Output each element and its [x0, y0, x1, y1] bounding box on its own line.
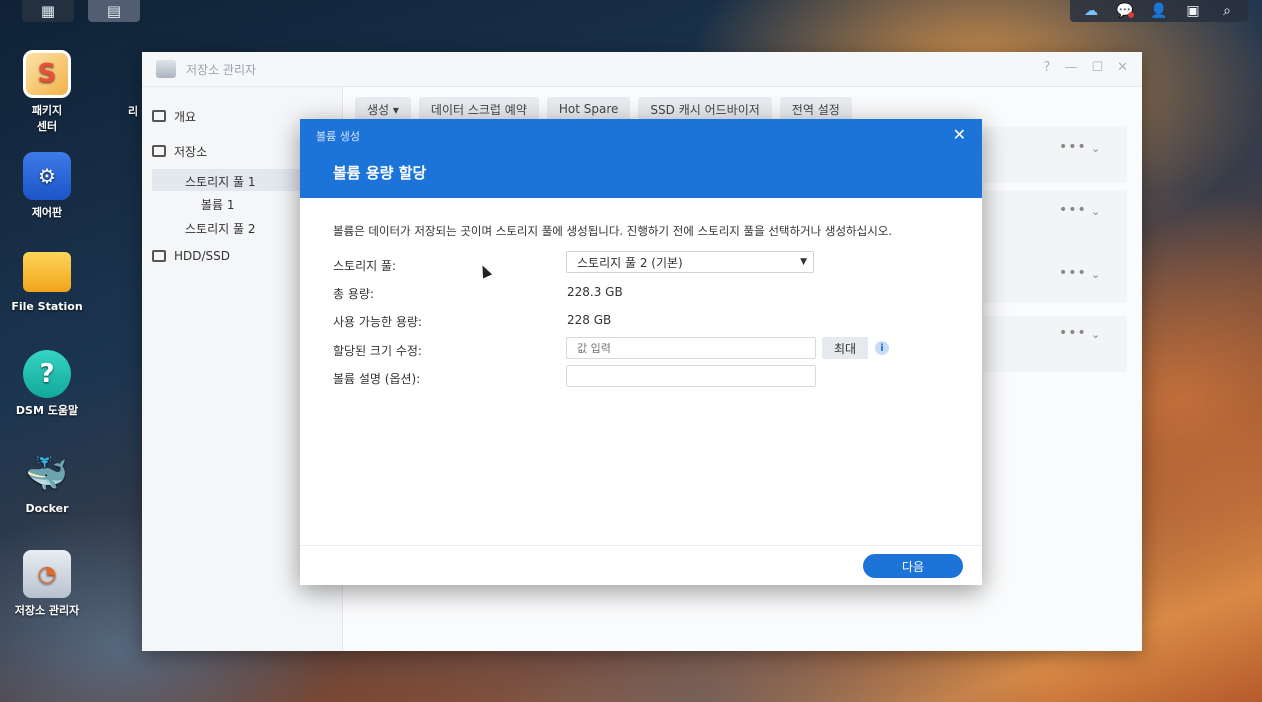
more-options-icon[interactable]: •••: [1059, 265, 1087, 281]
main-menu-button[interactable]: ▦: [22, 0, 74, 22]
desktop-icon-docker[interactable]: 🐳 Docker: [0, 450, 94, 515]
dropdown-arrow-icon: ▼: [800, 257, 807, 267]
volume-description-input[interactable]: [566, 365, 816, 387]
taskbar-right: ☁ 💬 👤 ▣ ⌕: [1070, 0, 1248, 22]
close-button[interactable]: ✕: [1117, 60, 1128, 75]
desktop-icon-label: 제어판: [31, 206, 63, 219]
sidebar-item-storage-pool-1[interactable]: 스토리지 풀 1: [185, 173, 255, 190]
desktop-icon-control-panel[interactable]: ⚙ 제어판: [0, 152, 94, 220]
toolbar: 생성 ▾ 데이터 스크럽 예약 Hot Spare SSD 캐시 어드바이저 전…: [355, 97, 852, 121]
more-options-icon[interactable]: •••: [1059, 202, 1087, 218]
desktop-icon-file-station[interactable]: File Station: [0, 248, 94, 313]
desktop-icon-label: Docker: [25, 502, 69, 515]
hot-spare-button[interactable]: Hot Spare: [546, 97, 631, 121]
chevron-down-icon[interactable]: ⌄: [1091, 142, 1100, 155]
minimize-button[interactable]: —: [1064, 60, 1077, 75]
sidebar-item-overview[interactable]: 개요: [152, 105, 196, 127]
dialog-window-title: 볼륨 생성: [316, 130, 360, 143]
help-icon: ?: [23, 350, 71, 398]
max-size-button[interactable]: 최대: [822, 337, 868, 359]
window-titlebar[interactable]: 저장소 관리자 ? — ☐ ✕: [142, 52, 1142, 87]
storage-manager-icon: ◔: [23, 550, 71, 598]
maximize-button[interactable]: ☐: [1091, 60, 1103, 75]
sidebar-item-storage[interactable]: 저장소: [152, 140, 207, 162]
available-capacity-label: 사용 가능한 용량:: [333, 315, 422, 329]
create-dropdown-button[interactable]: 생성 ▾: [355, 97, 411, 121]
allocated-size-input[interactable]: [566, 337, 816, 359]
sidebar-item-label: 개요: [174, 109, 197, 124]
total-capacity-value: 228.3 GB: [567, 285, 623, 299]
dialog-header: 볼륨 생성 ✕ 볼륨 용량 할당: [300, 119, 982, 198]
storage-pool-selected-value: 스토리지 풀 2 (기본): [577, 255, 683, 270]
storage-icon: [152, 145, 166, 157]
dialog-close-icon[interactable]: ✕: [953, 125, 966, 144]
total-capacity-label: 총 용량:: [333, 287, 374, 301]
sidebar-item-label: HDD/SSD: [174, 249, 231, 263]
pool-card: [983, 191, 1127, 303]
help-button[interactable]: ?: [1044, 60, 1051, 75]
overview-icon: [152, 110, 166, 122]
info-icon[interactable]: i: [875, 341, 889, 355]
global-settings-button[interactable]: 전역 설정: [779, 97, 852, 121]
desktop-icon-package-center[interactable]: S 패키지 센터: [0, 50, 94, 134]
storage-manager-task-icon: ▤: [106, 2, 122, 20]
docker-whale-icon: 🐳: [25, 454, 69, 494]
notification-badge: [1128, 12, 1134, 18]
desktop-icon-label: File Station: [11, 300, 83, 313]
control-panel-icon: ⚙: [23, 152, 71, 200]
allocated-size-label: 할당된 크기 수정:: [333, 344, 422, 358]
desktop-icon-dsm-help[interactable]: ? DSM 도움말: [0, 350, 94, 418]
desktop-icon-label: 저장소 관리자: [14, 604, 80, 617]
notification-icon[interactable]: 💬: [1108, 0, 1142, 22]
desktop-icon-storage-manager[interactable]: ◔ 저장소 관리자: [0, 550, 94, 618]
folder-icon: [23, 252, 71, 292]
chevron-down-icon[interactable]: ⌄: [1091, 205, 1100, 218]
grid-icon: ▦: [40, 2, 56, 20]
sidebar-item-volume-1[interactable]: 볼륨 1: [201, 196, 235, 213]
storage-manager-task-button[interactable]: ▤: [88, 0, 140, 22]
search-icon[interactable]: ⌕: [1210, 0, 1244, 22]
ssd-cache-advisor-button[interactable]: SSD 캐시 어드바이저: [638, 97, 772, 121]
dialog-description: 볼륨은 데이터가 저장되는 곳이며 스토리지 풀에 생성됩니다. 진행하기 전에…: [333, 224, 893, 238]
desktop-icon-label: DSM 도움말: [15, 404, 79, 417]
taskbar-left: ▦ ▤: [22, 0, 140, 22]
storage-pool-select[interactable]: 스토리지 풀 2 (기본) ▼: [566, 251, 814, 273]
sidebar-item-storage-pool-2[interactable]: 스토리지 풀 2: [185, 220, 255, 237]
widgets-icon[interactable]: ▣: [1176, 0, 1210, 22]
next-button[interactable]: 다음: [863, 554, 963, 578]
storage-manager-app-icon: [156, 60, 176, 78]
dialog-footer-divider: [300, 545, 982, 546]
package-center-icon: S: [23, 50, 71, 98]
pool-card: [983, 127, 1127, 183]
pool-card: [983, 316, 1127, 372]
available-capacity-value: 228 GB: [567, 313, 612, 327]
chevron-down-icon[interactable]: ⌄: [1091, 328, 1100, 341]
sidebar-item-hdd-ssd[interactable]: HDD/SSD: [152, 245, 230, 267]
desktop-icon-label: 패키지 센터: [31, 104, 63, 133]
cloud-sync-icon[interactable]: ☁: [1074, 0, 1108, 22]
window-title: 저장소 관리자: [186, 62, 257, 77]
data-scrub-schedule-button[interactable]: 데이터 스크럽 예약: [418, 97, 539, 121]
hdd-icon: [152, 250, 166, 262]
dialog-heading: 볼륨 용량 할당: [333, 164, 427, 182]
create-volume-dialog: 볼륨 생성 ✕ 볼륨 용량 할당 볼륨은 데이터가 저장되는 곳이며 스토리지 …: [300, 119, 982, 585]
storage-pool-label: 스토리지 풀:: [333, 259, 397, 273]
chevron-down-icon[interactable]: ⌄: [1091, 268, 1100, 281]
volume-description-label: 볼륨 설명 (옵션):: [333, 372, 421, 386]
user-icon[interactable]: 👤: [1142, 0, 1176, 22]
more-options-icon[interactable]: •••: [1059, 139, 1087, 155]
sidebar-item-label: 저장소: [174, 144, 208, 159]
desktop-icon-label-partial: 리: [128, 105, 139, 118]
more-options-icon[interactable]: •••: [1059, 325, 1087, 341]
